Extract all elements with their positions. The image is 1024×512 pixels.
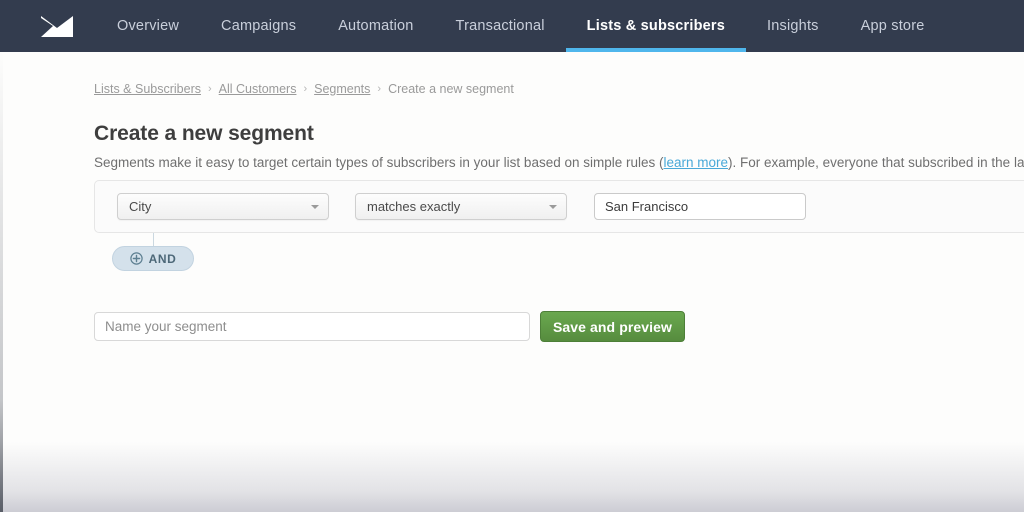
nav-item-campaigns[interactable]: Campaigns: [200, 0, 317, 52]
segment-name-input[interactable]: [94, 312, 530, 341]
page-content: Lists & Subscribers › All Customers › Se…: [0, 52, 1024, 512]
nav-item-label: Automation: [338, 18, 414, 34]
nav-item-lists-and-subscribers[interactable]: Lists & subscribers: [565, 0, 747, 52]
nav-item-automation[interactable]: Automation: [317, 0, 434, 52]
add-and-condition-button[interactable]: AND: [112, 246, 194, 271]
learn-more-link[interactable]: learn more: [664, 155, 729, 170]
breadcrumb: Lists & Subscribers › All Customers › Se…: [94, 82, 514, 96]
chevron-down-icon: [549, 204, 557, 209]
add-and-condition-label: AND: [148, 251, 177, 266]
breadcrumb-item-segments[interactable]: Segments: [314, 82, 370, 96]
nav-item-label: Campaigns: [221, 18, 297, 34]
save-and-preview-button[interactable]: Save and preview: [540, 311, 685, 342]
rule-attribute-select[interactable]: City: [117, 193, 329, 220]
breadcrumb-separator: ›: [377, 83, 382, 95]
nav-item-overview[interactable]: Overview: [96, 0, 200, 52]
plus-circle-icon: [129, 252, 143, 265]
rule-operator-value: matches exactly: [367, 199, 461, 214]
nav-items: Overview Campaigns Automation Transactio…: [96, 0, 946, 52]
page-bottom-gradient: [0, 442, 1024, 512]
breadcrumb-item-lists-and-subscribers[interactable]: Lists & Subscribers: [94, 82, 201, 96]
nav-item-app-store[interactable]: App store: [840, 0, 946, 52]
rule-value-input[interactable]: [594, 193, 806, 220]
nav-item-transactional[interactable]: Transactional: [435, 0, 566, 52]
page-title: Create a new segment: [94, 122, 314, 145]
nav-item-label: Insights: [767, 18, 819, 34]
chevron-down-icon: [311, 204, 319, 209]
page-description-text-after: ). For example, everyone that subscribed…: [728, 155, 1024, 170]
breadcrumb-separator: ›: [207, 83, 212, 95]
page-description-text-before: Segments make it easy to target certain …: [94, 155, 664, 170]
nav-item-label: Transactional: [455, 18, 545, 34]
rule-operator-select[interactable]: matches exactly: [355, 193, 567, 220]
breadcrumb-separator: ›: [303, 83, 308, 95]
rule-attribute-value: City: [129, 199, 152, 214]
nav-item-label: Overview: [117, 18, 180, 34]
envelope-logo-icon[interactable]: [40, 14, 74, 38]
nav-item-label: Lists & subscribers: [586, 18, 726, 34]
breadcrumb-item-current: Create a new segment: [388, 82, 514, 96]
nav-item-label: App store: [860, 18, 925, 34]
top-navigation-bar: Overview Campaigns Automation Transactio…: [0, 0, 1024, 52]
page-description: Segments make it easy to target certain …: [94, 155, 1024, 170]
segment-rule-panel: City matches exactly: [94, 180, 1024, 233]
breadcrumb-item-all-customers[interactable]: All Customers: [219, 82, 297, 96]
nav-item-insights[interactable]: Insights: [746, 0, 840, 52]
